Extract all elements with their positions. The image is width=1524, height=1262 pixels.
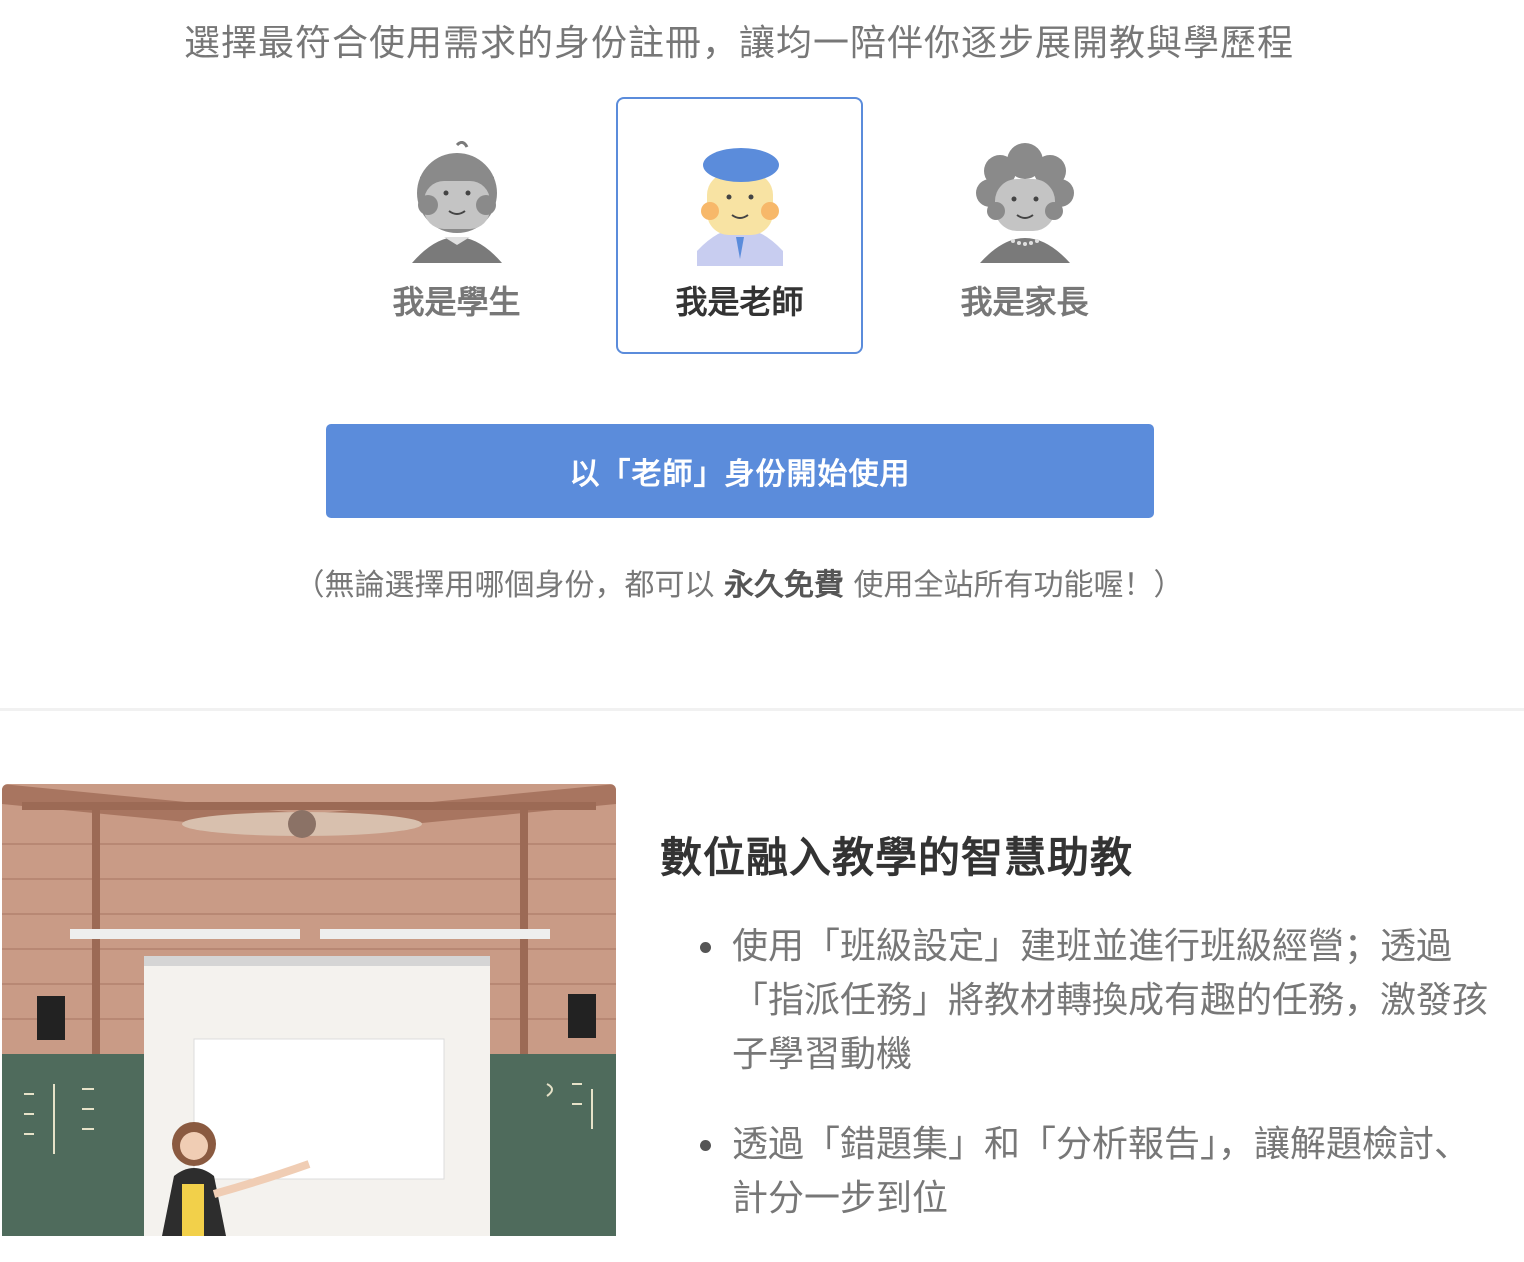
free-note: （無論選擇用哪個身份，都可以 永久免費 使用全站所有功能喔！） [0,560,1478,604]
feature-item-text: 使用「班級設定」建班並進行班級經營；透過「指派任務」將教材轉換成有趣的任務，激發… [732,926,1489,1075]
section-divider [0,708,1524,711]
role-label: 我是家長 [960,283,1089,321]
note-text-before: （無論選擇用哪個身份，都可以 [294,568,724,603]
role-label: 我是學生 [392,283,521,321]
student-avatar-icon [411,141,502,263]
classroom-photo [2,784,616,1236]
feature-list: 使用「班級設定」建班並進行班級經營；透過「指派任務」將教材轉換成有趣的任務，激發… [700,920,1500,1262]
role-option-teacher[interactable]: 我是老師 [616,97,863,354]
feature-item: 使用「班級設定」建班並進行班級經營；透過「指派任務」將教材轉換成有趣的任務，激發… [700,920,1500,1082]
feature-item-text: 透過「錯題集」和「分析報告」，讓解題檢討、計分一步到位 [732,1124,1471,1219]
teacher-avatar-icon [696,148,783,266]
feature-item: 透過「錯題集」和「分析報告」，讓解題檢討、計分一步到位 [700,1118,1500,1226]
bullet-icon [700,1140,711,1151]
feature-title: 數位融入教學的智慧助教 [660,833,1134,882]
bullet-icon [700,942,711,953]
role-option-parent[interactable]: 我是家長 [901,97,1148,354]
role-label: 我是老師 [675,283,804,321]
role-selector: 我是學生 我是老師 我是家長 [0,0,1524,400]
role-option-student[interactable]: 我是學生 [333,97,580,354]
parent-avatar-icon [975,143,1074,263]
classroom-image-icon [2,784,616,1236]
start-as-teacher-button[interactable]: 以「老師」身份開始使用 [326,424,1154,518]
note-text-bold: 永久免費 [724,568,844,603]
note-text-after: 使用全站所有功能喔！） [844,568,1184,603]
